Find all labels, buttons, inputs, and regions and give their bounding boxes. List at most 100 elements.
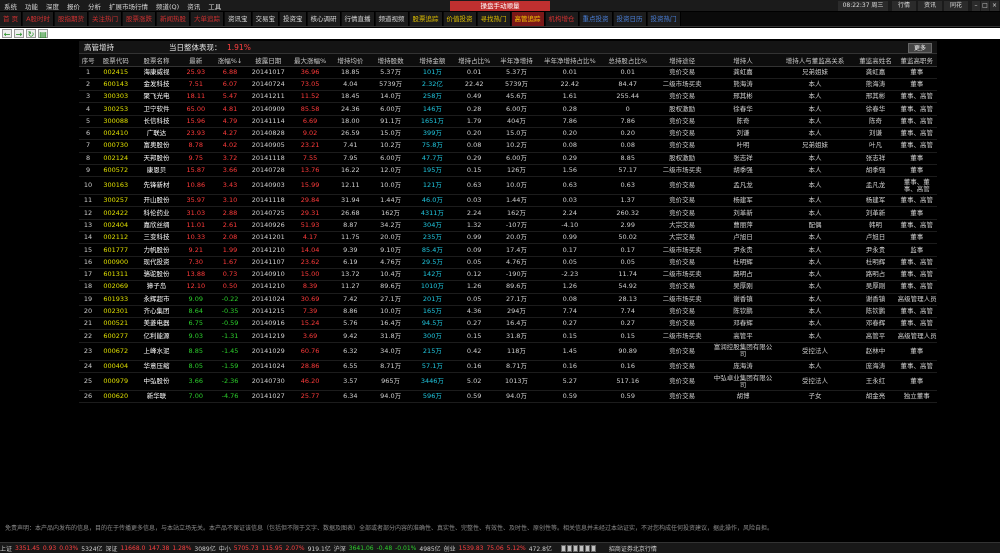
tab-20[interactable]: 投资热门 (647, 12, 681, 26)
tab-3[interactable]: 关注热门 (89, 12, 123, 26)
tab-12[interactable]: 频道视频 (375, 12, 409, 26)
col-seq-header[interactable]: 序号 (79, 54, 98, 67)
table-row[interactable]: 11 300257 开山股份 35.97 3.10 20141118 29.84 31.94 1… (79, 194, 937, 208)
table-row[interactable]: 13 002404 嘉欣丝绸 11.01 2.61 20140926 51.93 8.87 34… (79, 219, 937, 233)
tab-10[interactable]: 核心调研 (307, 12, 341, 26)
cell-holder: 曹丽萍 (710, 219, 776, 233)
forward-arrow-icon[interactable]: → (14, 29, 24, 39)
menu-analysis[interactable]: 分析 (84, 1, 105, 11)
close-icon[interactable]: × (990, 1, 999, 11)
table-row[interactable]: 18 002069 獐子岛 12.10 0.50 20141210 8.39 11.27 89.… (79, 280, 937, 294)
window-button-ths[interactable]: 同花 (944, 1, 968, 11)
col-holder-header[interactable]: 增持人 (710, 54, 776, 67)
window-button-info[interactable]: 资讯 (918, 1, 942, 11)
tab-1[interactable]: A股时时 (23, 12, 55, 26)
cell-relation: 本人 (775, 164, 855, 178)
col-date-header[interactable]: 披露日期 (247, 54, 290, 67)
cell-avg-price: 3.57 (330, 372, 370, 392)
col-name-header[interactable]: 股票名称 (134, 54, 179, 67)
col-relation-header[interactable]: 增持人与董监高关系 (775, 54, 855, 67)
menu-depth[interactable]: 深度 (42, 1, 63, 11)
table-row[interactable]: 24 000404 华意压缩 8.05 -1.59 20141024 28.86 6.55 8.… (79, 360, 937, 374)
table-row[interactable]: 10 300163 先锋新材 10.86 3.43 20140903 15.99 12.11 1… (79, 176, 937, 196)
menu-news[interactable]: 资讯 (183, 1, 204, 11)
menu-system[interactable]: 系统 (0, 1, 21, 11)
menu-extended-market[interactable]: 扩展市场行情 (105, 1, 152, 11)
table-row[interactable]: 22 600277 亿利能源 9.03 -1.31 20141219 3.69 9.42 31.… (79, 329, 937, 343)
tab-16[interactable]: 高管追踪 (511, 12, 545, 26)
cell-channel: 股权激励 (653, 102, 711, 116)
status-icon[interactable] (560, 544, 566, 552)
tab-19[interactable]: 投资日历 (613, 12, 647, 26)
tab-7[interactable]: 资讯宝 (225, 12, 252, 26)
status-icon[interactable] (578, 544, 584, 552)
table-row[interactable]: 15 601777 力帆股份 9.21 1.99 20141210 14.04 9.39 9.1… (79, 243, 937, 257)
col-total-ratio-header[interactable]: 总持股占比% (601, 54, 654, 67)
table-row[interactable]: 16 000900 现代投资 7.30 1.67 20141107 23.62 6.19 4.7… (79, 256, 937, 269)
tab-2[interactable]: 股指期货 (55, 12, 89, 26)
maximize-icon[interactable]: □ (981, 1, 989, 11)
tab-15[interactable]: 寻找热门 (477, 12, 511, 26)
menu-channel[interactable]: 频道(Q) (152, 1, 183, 11)
col-exec-name-header[interactable]: 董监高姓名 (854, 54, 897, 67)
col-code-header[interactable]: 股票代码 (97, 54, 135, 67)
col-halfyear-net-header[interactable]: 半年净增持 (494, 54, 539, 67)
col-shares-header[interactable]: 增持股数 (369, 54, 412, 67)
tab-18[interactable]: 重点投资 (579, 12, 613, 26)
cell-code: 300088 (97, 115, 135, 128)
table-row[interactable]: 2 600143 金发科技 7.51 6.07 20140724 73.05 4.04 5739… (79, 78, 937, 92)
table-row[interactable]: 9 600572 康恩贝 15.87 3.66 20140728 13.76 16.22 12.… (79, 164, 937, 178)
col-avg-price-header[interactable]: 增持均价 (330, 54, 370, 67)
back-arrow-icon[interactable]: ← (2, 29, 12, 39)
tab-11[interactable]: 行情直播 (341, 12, 375, 26)
table-row[interactable]: 20 002301 齐心集团 8.64 -0.35 20141215 7.39 8.86 10.… (79, 305, 937, 319)
menu-tools[interactable]: 工具 (204, 1, 225, 11)
col-halfyear-ratio-header[interactable]: 半年净增持占比% (538, 54, 602, 67)
table-row[interactable]: 14 002112 三变科技 10.33 2.08 20141201 4.17 11.75 20… (79, 231, 937, 245)
tab-9[interactable]: 投资宝 (280, 12, 307, 26)
table-row[interactable]: 12 002422 科伦药业 31.03 2.88 20140725 29.31 26.68 1… (79, 206, 937, 220)
table-row[interactable]: 6 002410 广联达 23.93 4.27 20140828 9.02 26.59 15.0… (79, 127, 937, 141)
col-change-header[interactable]: 涨幅%↓ (212, 54, 248, 67)
status-icon[interactable] (584, 544, 590, 552)
cell-channel: 竞价交易 (653, 127, 711, 141)
tab-13[interactable]: 股票追踪 (409, 12, 443, 26)
col-exec-title-header[interactable]: 董监高职务 (896, 54, 937, 67)
table-row[interactable]: 26 000620 新华联 7.00 -4.76 20141027 25.77 6.34 94.… (79, 390, 937, 404)
tab-17[interactable]: 机构增仓 (545, 12, 579, 26)
col-max-rise-header[interactable]: 最大涨幅% (289, 54, 331, 67)
table-row[interactable]: 3 300303 聚飞光电 18.11 5.47 20141211 11.52 18.45 14… (79, 90, 937, 104)
status-icon[interactable] (572, 544, 578, 552)
tab-6[interactable]: 大单追踪 (191, 12, 225, 26)
table-row[interactable]: 17 601311 骆驼股份 13.88 0.73 20140910 15.00 13.72 1… (79, 268, 937, 282)
table-row[interactable]: 1 002415 海康威视 25.93 6.88 20141017 36.96 18.85 5.… (79, 66, 937, 79)
refresh-icon[interactable]: ↻ (26, 29, 36, 39)
status-icon[interactable] (590, 544, 596, 552)
tab-14[interactable]: 价值投资 (443, 12, 477, 26)
table-row[interactable]: 7 000730 富奥股份 8.78 4.02 20140905 23.21 7.41 10.2… (79, 139, 937, 153)
table-row[interactable]: 4 300253 卫宁软件 65.00 4.81 20140909 85.58 24.36 6.… (79, 102, 937, 116)
table-row[interactable]: 21 000521 美菱电器 6.75 -0.59 20140916 15.24 5.76 16… (79, 317, 937, 331)
cell-shares: 12.0万 (369, 164, 412, 178)
window-button-quote[interactable]: 行情 (892, 1, 916, 11)
menu-quote[interactable]: 报价 (63, 1, 84, 11)
menu-function[interactable]: 功能 (21, 1, 42, 11)
tab-4[interactable]: 股票涨跌 (123, 12, 157, 26)
more-button[interactable]: 更多 (907, 43, 932, 53)
col-latest-header[interactable]: 最新 (178, 54, 213, 67)
cell-holder: 尹永贵 (710, 243, 776, 257)
table-row[interactable]: 23 000672 上峰水泥 8.85 -1.45 20141029 60.76 6.32 34… (79, 342, 937, 361)
table-row[interactable]: 19 601933 永辉超市 9.09 -0.22 20141024 30.69 7.42 27… (79, 293, 937, 306)
tab-0[interactable]: 首 页 (0, 12, 23, 26)
tab-5[interactable]: 新闻热股 (157, 12, 191, 26)
status-icon[interactable] (566, 544, 572, 552)
table-row[interactable]: 5 300088 长信科技 15.96 4.79 20141114 6.69 18.00 91.… (79, 115, 937, 128)
table-row[interactable]: 8 002124 天邦股份 9.75 3.72 20141118 7.55 7.95 6.00万… (79, 152, 937, 165)
tab-8[interactable]: 交易宝 (252, 12, 280, 26)
col-channel-header[interactable]: 增持途径 (653, 54, 711, 67)
col-amount-header[interactable]: 增持金额 (411, 54, 454, 67)
col-ratio-header[interactable]: 增持占比% (453, 54, 495, 67)
minimize-icon[interactable]: – (972, 1, 980, 11)
table-row[interactable]: 25 000979 中弘股份 3.66 -2.36 20140730 46.20 3.57 96… (79, 372, 937, 392)
page-icon[interactable]: ▤ (38, 29, 48, 39)
